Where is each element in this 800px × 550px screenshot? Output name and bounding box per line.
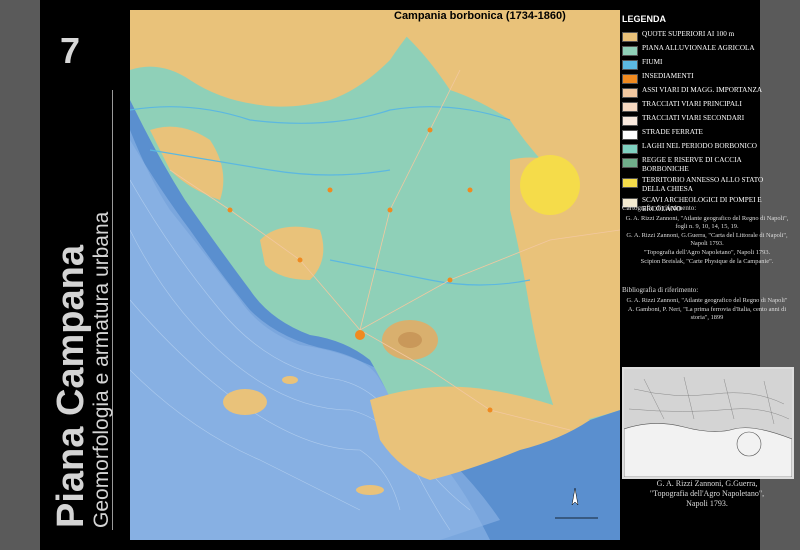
page-number: 7 bbox=[60, 30, 81, 71]
bibliography-references: Bibliografia di riferimento: G. A. Rizzi… bbox=[622, 286, 792, 323]
legend-swatch bbox=[622, 32, 638, 42]
legend-item: LAGHI NEL PERIODO BORBONICO bbox=[622, 142, 800, 154]
legend-swatch bbox=[622, 46, 638, 56]
settlement bbox=[487, 407, 493, 413]
settlement bbox=[327, 187, 333, 193]
legend-label: ASSI VIARI DI MAGG. IMPORTANZA bbox=[642, 86, 763, 94]
cartography-heading: Cartografia di riferimento: bbox=[622, 204, 697, 212]
side-title-strip: 7 Piana Campana Geomorfologia e armatura… bbox=[40, 0, 120, 550]
legend-swatch bbox=[622, 102, 638, 112]
map-sheet: 7 Piana Campana Geomorfologia e armatura… bbox=[40, 0, 794, 550]
legend-label: REGGE E RISERVE DI CACCIA BORBONICHE bbox=[642, 156, 742, 173]
settlement bbox=[427, 127, 433, 133]
inset-caption-line: Napoli 1793. bbox=[686, 499, 728, 508]
procida-island bbox=[282, 376, 298, 384]
historical-map-inset bbox=[622, 367, 794, 479]
inset-caption: G. A. Rizzi Zannoni, G.Guerra, "Topograf… bbox=[622, 479, 792, 509]
legend-item: STRADE FERRATE bbox=[622, 128, 800, 140]
settlement bbox=[297, 257, 303, 263]
legend-item: QUOTE SUPERIORI AI 100 m bbox=[622, 30, 800, 42]
legend-item: TERRITORIO ANNESSO ALLO STATO DELLA CHIE… bbox=[622, 176, 800, 194]
settlement bbox=[227, 207, 233, 213]
legend-label: TERRITORIO ANNESSO ALLO STATO DELLA CHIE… bbox=[642, 176, 764, 193]
map-title: Campania borbonica (1734-1860) bbox=[394, 10, 566, 22]
cartography-references: Cartografia di riferimento: G. A. Rizzi … bbox=[622, 204, 792, 267]
ischia-island bbox=[223, 389, 267, 415]
legend-item: PIANA ALLUVIONALE AGRICOLA bbox=[622, 44, 800, 56]
settlement bbox=[387, 207, 393, 213]
settlement-napoli bbox=[355, 330, 365, 340]
bibliography-line: A. Gamboni, P. Neri, "La prima ferrovia … bbox=[627, 306, 787, 321]
bibliography-line: G. A. Rizzi Zannoni, "Atlante geografico… bbox=[626, 297, 788, 304]
inset-caption-line: "Topografia dell'Agro Napoletano", bbox=[649, 489, 765, 498]
legend-label: QUOTE SUPERIORI AI 100 m bbox=[642, 30, 735, 38]
legend-item: ASSI VIARI DI MAGG. IMPORTANZA bbox=[622, 86, 800, 98]
legend-swatch bbox=[622, 116, 638, 126]
vertical-title-block: Piana Campana Geomorfologia e armatura u… bbox=[50, 211, 114, 528]
settlement bbox=[447, 277, 453, 283]
cartography-line: Scipion Breislak, "Carte Physique de la … bbox=[640, 258, 774, 265]
legend-label: LAGHI NEL PERIODO BORBONICO bbox=[642, 142, 757, 150]
legend-swatch bbox=[622, 60, 638, 70]
legend-item: INSEDIAMENTI bbox=[622, 72, 800, 84]
legend-label: TRACCIATI VIARI SECONDARI bbox=[642, 114, 745, 122]
map-drawing bbox=[130, 10, 620, 540]
legend-panel: LEGENDA QUOTE SUPERIORI AI 100 m PIANA AL… bbox=[622, 14, 800, 216]
bibliography-heading: Bibliografia di riferimento: bbox=[622, 286, 699, 294]
sheet-title: Piana Campana bbox=[50, 245, 92, 528]
papal-territory bbox=[520, 155, 580, 215]
legend-swatch bbox=[622, 158, 638, 168]
cartography-line: "Topografia dell'Agro Napoletano", Napol… bbox=[643, 249, 771, 256]
legend-label: INSEDIAMENTI bbox=[642, 72, 694, 80]
legend-label: FIUMI bbox=[642, 58, 663, 66]
legend-heading: LEGENDA bbox=[622, 14, 667, 24]
map-panel: Campania borbonica (1734-1860) bbox=[130, 10, 620, 540]
legend-item: TRACCIATI VIARI PRINCIPALI bbox=[622, 100, 800, 112]
legend-item: REGGE E RISERVE DI CACCIA BORBONICHE bbox=[622, 156, 800, 174]
capri-island bbox=[356, 485, 384, 495]
legend-item: TRACCIATI VIARI SECONDARI bbox=[622, 114, 800, 126]
legend-swatch bbox=[622, 130, 638, 140]
legend-label: TRACCIATI VIARI PRINCIPALI bbox=[642, 100, 742, 108]
settlement bbox=[467, 187, 473, 193]
inset-caption-line: G. A. Rizzi Zannoni, G.Guerra, bbox=[656, 479, 758, 488]
cartography-line: G. A. Rizzi Zannoni, G.Guerra, "Carta de… bbox=[626, 232, 788, 247]
legend-label: STRADE FERRATE bbox=[642, 128, 703, 136]
cartography-line: G. A. Rizzi Zannoni, "Atlante geografico… bbox=[625, 215, 789, 230]
legend-swatch bbox=[622, 88, 638, 98]
legend-item: FIUMI bbox=[622, 58, 800, 70]
legend-swatch bbox=[622, 144, 638, 154]
legend-swatch bbox=[622, 74, 638, 84]
sheet-subtitle: Geomorfologia e armatura urbana bbox=[90, 211, 113, 528]
legend-list: QUOTE SUPERIORI AI 100 m PIANA ALLUVIONAL… bbox=[622, 30, 800, 214]
legend-label: PIANA ALLUVIONALE AGRICOLA bbox=[642, 44, 755, 52]
legend-swatch bbox=[622, 178, 638, 188]
historical-map-drawing bbox=[623, 369, 793, 478]
